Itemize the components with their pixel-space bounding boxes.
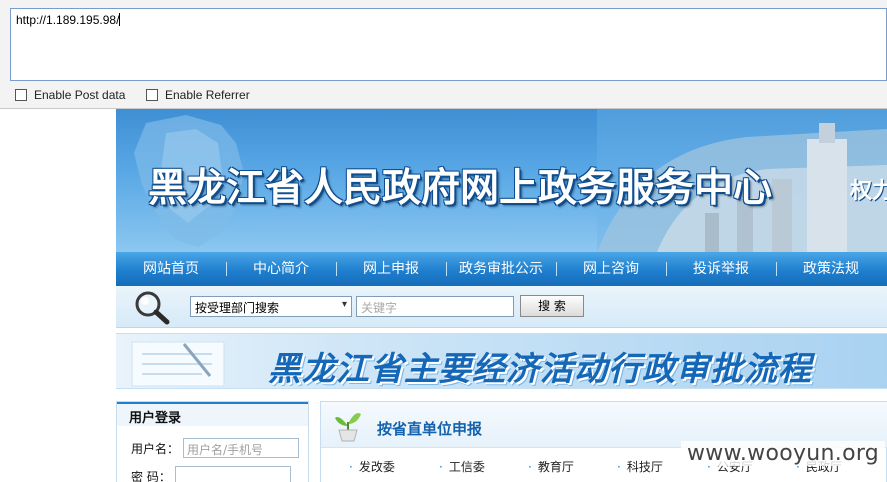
dept-link-gongxinwei[interactable]: · 工信委 — [439, 458, 485, 475]
bullet-icon: · — [617, 460, 621, 474]
nav-item-online-consult[interactable]: 网上咨询 — [556, 252, 666, 286]
banner-title: 黑龙江省人民政府网上政务服务中心 — [148, 166, 773, 211]
dept-link-kejiting[interactable]: · 科技厅 — [617, 458, 663, 475]
enable-referrer-label: Enable Referrer — [165, 88, 250, 102]
approval-process-banner[interactable]: 黑龙江省主要经济活动行政审批流程 — [116, 333, 887, 389]
nav-item-about[interactable]: 中心简介 — [226, 252, 336, 286]
plant-icon — [335, 413, 361, 442]
bullet-icon: · — [349, 460, 353, 474]
search-scope-value: 按受理部门搜索 — [195, 301, 280, 315]
dept-label: 科技厅 — [626, 460, 663, 474]
password-input[interactable] — [174, 466, 291, 482]
search-button[interactable]: 搜 索 — [520, 295, 584, 317]
search-scope-select[interactable]: 按受理部门搜索 ▾ — [190, 296, 352, 317]
magnifier-icon — [135, 291, 170, 325]
nav-item-complaint[interactable]: 投诉举报 — [666, 252, 776, 286]
username-label: 用户名： — [131, 441, 180, 456]
login-title: 用户登录 — [117, 402, 308, 426]
checkbox-icon[interactable] — [146, 89, 158, 101]
watermark: www.wooyun.org — [681, 441, 886, 466]
username-input[interactable]: 用户名/手机号 — [183, 438, 300, 458]
search-bar: 按受理部门搜索 ▾ 关键字 搜 索 — [116, 286, 887, 328]
password-row: 密 码： — [131, 466, 291, 482]
enable-post-data-option[interactable]: Enable Post data — [15, 88, 125, 102]
document-pen-graphic — [131, 341, 225, 387]
dept-link-jiaoyuting[interactable]: · 教育厅 — [528, 458, 574, 475]
bullet-icon: · — [528, 460, 532, 474]
url-textarea[interactable]: http://1.189.195.98/ — [10, 8, 887, 81]
webpage: 黑龙江省人民政府网上政务服务中心 权力 网站首页 中心简介 网上申报 政务审批公… — [116, 109, 887, 482]
promo-title: 黑龙江省主要经济活动行政审批流程 — [268, 349, 812, 388]
dept-label: 教育厅 — [537, 460, 574, 474]
user-login-panel: 用户登录 用户名： 用户名/手机号 密 码： — [116, 401, 309, 482]
enable-referrer-option[interactable]: Enable Referrer — [146, 88, 250, 102]
banner-title-tail: 权力 — [850, 179, 887, 204]
password-label: 密 码： — [131, 469, 171, 482]
username-row: 用户名： 用户名/手机号 — [131, 438, 300, 458]
nav-item-policy[interactable]: 政策法规 — [776, 252, 886, 286]
chevron-down-icon[interactable]: ▾ — [342, 299, 347, 310]
site-banner: 黑龙江省人民政府网上政务服务中心 权力 — [116, 109, 887, 252]
url-text: http://1.189.195.98/ — [16, 13, 120, 27]
checkbox-icon[interactable] — [15, 89, 27, 101]
text-caret — [119, 13, 121, 26]
direct-unit-title: 按省直单位申报 — [377, 420, 483, 438]
dept-label: 发改委 — [358, 460, 395, 474]
bullet-icon: · — [439, 460, 443, 474]
dept-link-fagaiwei[interactable]: · 发改委 — [349, 458, 395, 475]
hackbar-panel: http://1.189.195.98/ Enable Post data En… — [0, 0, 887, 109]
main-nav: 网站首页 中心简介 网上申报 政务审批公示 网上咨询 投诉举报 政策法规 — [116, 252, 887, 286]
nav-item-online-apply[interactable]: 网上申报 — [336, 252, 446, 286]
nav-item-approval-notice[interactable]: 政务审批公示 — [446, 252, 556, 286]
keyword-input[interactable]: 关键字 — [356, 296, 514, 317]
nav-item-home[interactable]: 网站首页 — [116, 252, 226, 286]
enable-post-data-label: Enable Post data — [34, 88, 126, 102]
dept-label: 工信委 — [448, 460, 485, 474]
